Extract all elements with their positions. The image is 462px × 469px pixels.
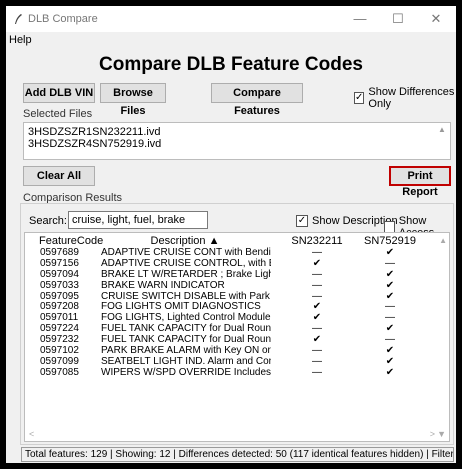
horizontal-scrollbar[interactable]: < > ▼ [25,429,449,441]
minimize-button[interactable]: — [342,8,378,30]
cell-code: 0597095 [40,290,79,302]
add-dlb-vin-button[interactable]: Add DLB VIN [23,83,95,103]
cell-description: ADAPTIVE CRUISE CONT with Bendix 2.9 [101,247,271,258]
cell-description: ADAPTIVE CRUISE CONTROL, with BENDIX [101,257,271,269]
status-bar: Total features: 129 | Showing: 12 | Diff… [21,447,454,462]
table-row[interactable]: 0597689 ADAPTIVE CRUISE CONT with Bendix … [25,247,437,258]
cell-description: SEATBELT LIGHT IND. Alarm and Continuous [101,355,271,367]
cell-sn752919: ✔ [385,247,395,258]
selected-files-label: Selected Files [23,108,93,120]
table-row[interactable]: 0597208 FOG LIGHTS OMIT DIAGNOSTICS ✔ — [25,301,437,312]
cell-code: 0597085 [40,366,79,378]
cell-sn752919: — [385,257,395,269]
cell-description: FOG LIGHTS OMIT DIAGNOSTICS [101,301,261,313]
feather-icon [15,14,22,24]
cell-sn232211: — [312,290,322,302]
cell-description: FUEL TANK CAPACITY for Dual Round Tanks, [101,334,271,346]
selected-files-list[interactable]: 3HSDZSZR1SN232211.ivd 3HSDZSZR4SN752919.… [23,122,451,160]
column-header-featurecode[interactable]: FeatureCode [39,235,103,247]
menu-bar: Help [6,32,456,50]
table-row[interactable]: 0597033 BRAKE WARN INDICATOR — ✔ [25,280,437,291]
cell-sn752919: — [385,312,395,324]
scroll-down-icon[interactable]: ▼ [437,429,446,439]
search-input[interactable] [68,211,208,229]
table-row[interactable]: 0597224 FUEL TANK CAPACITY for Dual Round… [25,323,437,334]
cell-description: PARK BRAKE ALARM with Key ON or OFF [101,345,271,357]
table-row[interactable]: 0597011 FOG LIGHTS, Lighted Control Modul… [25,312,437,323]
file-item[interactable]: 3HSDZSZR1SN232211.ivd [28,126,446,138]
cell-sn232211: — [312,345,322,357]
column-header-sn752919[interactable]: SN752919 [360,235,420,247]
window-title: DLB Compare [28,13,98,25]
show-differences-only-label: Show Differences Only [368,86,455,110]
cell-code: 0597011 [40,312,79,324]
scroll-right-icon[interactable]: > [430,429,435,439]
cell-sn232211: — [312,323,322,335]
table-row[interactable]: 0597099 SEATBELT LIGHT IND. Alarm and Con… [25,356,437,367]
cell-code: 0597156 [40,257,79,269]
cell-description: FOG LIGHTS, Lighted Control Module (LCM) [101,312,271,324]
cell-sn752919: ✔ [385,279,395,291]
cell-code: 0597232 [40,334,79,346]
cell-code: 0597094 [40,268,79,280]
cell-description: FUEL TANK CAPACITY for Dual Round Tanks, [101,323,271,335]
table-body: 0597689 ADAPTIVE CRUISE CONT with Bendix … [25,247,437,378]
table-row[interactable]: 0597232 FUEL TANK CAPACITY for Dual Round… [25,334,437,345]
print-report-button[interactable]: Print Report [389,166,451,198]
checkbox-box[interactable]: ✓ [354,92,365,104]
column-header-description[interactable]: Description ▲ [125,235,245,247]
cell-sn232211: ✔ [312,312,322,324]
cell-sn232211: — [312,279,322,291]
cell-description: BRAKE LT W/RETARDER ; Brake Light ON wit [101,268,271,280]
cell-sn752919: ✔ [385,323,395,335]
cell-sn752919: ✔ [385,268,395,280]
title-bar[interactable]: DLB Compare — ☐ ✕ [6,6,456,32]
page-title: Compare DLB Feature Codes [99,54,363,75]
cell-sn752919: — [385,301,395,313]
cell-code: 0597208 [40,301,79,313]
browse-files-button[interactable]: Browse Files [100,83,166,117]
cell-sn752919: — [385,334,395,346]
scroll-left-icon[interactable]: < [29,429,34,439]
cell-sn752919: ✔ [385,345,395,357]
table-row[interactable]: 0597095 CRUISE SWITCH DISABLE with Park B… [25,291,437,302]
column-header-sn232211[interactable]: SN232211 [287,235,347,247]
app-window: DLB Compare — ☐ ✕ Help Compare DLB Featu… [6,6,456,463]
cell-code: 0597102 [40,345,79,357]
cell-sn232211: ✔ [312,257,322,269]
clear-all-button[interactable]: Clear All [23,166,95,186]
cell-sn752919: ✔ [385,290,395,302]
table-row[interactable]: 0597085 WIPERS W/SPD OVERRIDE Includes Hi… [25,367,437,378]
compare-features-button[interactable]: Compare Features [211,83,303,117]
maximize-button[interactable]: ☐ [380,8,416,30]
table-row[interactable]: 0597156 ADAPTIVE CRUISE CONTROL, with BEN… [25,258,437,269]
cell-code: 0597033 [40,279,79,291]
cell-code: 0597224 [40,323,79,335]
show-description-checkbox[interactable]: ✓ Show Description [296,215,398,227]
results-table[interactable]: FeatureCode Description ▲ SN232211 SN752… [24,232,450,442]
cell-sn232211: ✔ [312,334,322,346]
cell-description: WIPERS W/SPD OVERRIDE Includes Hi, Lo ar [101,366,271,378]
checkbox-box[interactable]: ✓ [296,215,308,227]
scroll-up-icon[interactable]: ▲ [439,236,447,245]
cell-sn232211: — [312,268,322,280]
cell-code: 0597689 [40,247,79,258]
search-label: Search: [29,215,67,227]
cell-description: BRAKE WARN INDICATOR [101,279,225,291]
show-differences-only-checkbox[interactable]: ✓ Show Differences Only [354,86,456,110]
menu-help[interactable]: Help [9,34,32,46]
cell-code: 0597099 [40,355,79,367]
cell-sn752919: ✔ [385,366,395,378]
table-row[interactable]: 0597094 BRAKE LT W/RETARDER ; Brake Light… [25,269,437,280]
scroll-up-icon[interactable]: ▲ [438,125,448,157]
cell-sn752919: ✔ [385,355,395,367]
cell-sn232211: — [312,355,322,367]
cell-sn232211: — [312,247,322,258]
cell-sn232211: ✔ [312,301,322,313]
close-button[interactable]: ✕ [418,8,454,30]
table-row[interactable]: 0597102 PARK BRAKE ALARM with Key ON or O… [25,345,437,356]
cell-description: CRUISE SWITCH DISABLE with Park Brake Se [101,290,271,302]
file-item[interactable]: 3HSDZSZR4SN752919.ivd [28,138,446,150]
cell-sn232211: — [312,366,322,378]
